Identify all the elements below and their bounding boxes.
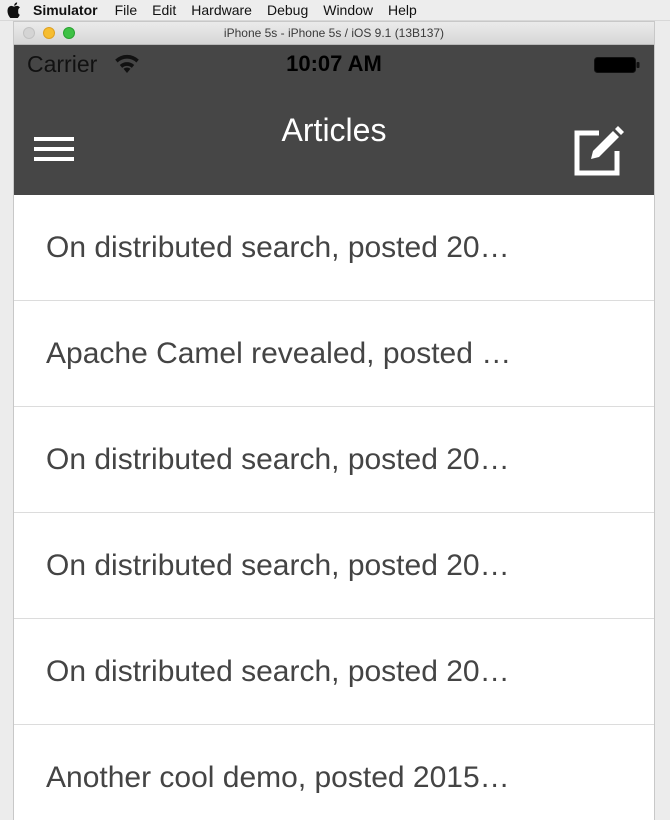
ios-screen: Carrier 10:07 AM Articles On distributed… [14,45,654,820]
articles-list: On distributed search, posted 20… Apache… [14,195,654,820]
apple-logo-icon[interactable] [7,2,21,18]
menu-file[interactable]: File [115,0,138,20]
minimize-window-button[interactable] [43,27,55,39]
list-item[interactable]: On distributed search, posted 20… [14,619,654,725]
menu-help[interactable]: Help [388,0,417,20]
close-window-button[interactable] [23,27,35,39]
simulator-window: iPhone 5s - iPhone 5s / iOS 9.1 (13B137)… [14,22,654,820]
article-title: On distributed search, posted 20… [46,654,510,688]
menu-edit[interactable]: Edit [152,0,176,20]
nav-bar: Articles [14,85,654,195]
article-title: On distributed search, posted 20… [46,442,510,476]
page-title: Articles [281,112,387,148]
hamburger-menu-icon[interactable] [32,131,76,167]
article-title: On distributed search, posted 20… [46,548,510,582]
article-title: On distributed search, posted 20… [46,230,510,264]
menu-debug[interactable]: Debug [267,0,308,20]
macos-menu-bar: Simulator File Edit Hardware Debug Windo… [0,0,670,21]
menu-hardware[interactable]: Hardware [191,0,252,20]
zoom-window-button[interactable] [63,27,75,39]
window-titlebar[interactable]: iPhone 5s - iPhone 5s / iOS 9.1 (13B137) [14,22,654,45]
list-item[interactable]: On distributed search, posted 20… [14,195,654,301]
list-item[interactable]: Apache Camel revealed, posted … [14,301,654,407]
list-item[interactable]: On distributed search, posted 20… [14,407,654,513]
menu-simulator[interactable]: Simulator [33,0,98,20]
article-title: Apache Camel revealed, posted … [46,336,512,370]
article-title: Another cool demo, posted 2015… [46,760,510,794]
ios-status-bar: Carrier 10:07 AM [14,45,654,85]
list-item[interactable]: On distributed search, posted 20… [14,513,654,619]
status-time: 10:07 AM [286,51,382,76]
menu-window[interactable]: Window [323,0,373,20]
list-item[interactable]: Another cool demo, posted 2015… [14,725,654,820]
window-title: iPhone 5s - iPhone 5s / iOS 9.1 (13B137) [223,26,445,40]
compose-icon[interactable] [569,123,625,179]
battery-icon [594,57,640,73]
